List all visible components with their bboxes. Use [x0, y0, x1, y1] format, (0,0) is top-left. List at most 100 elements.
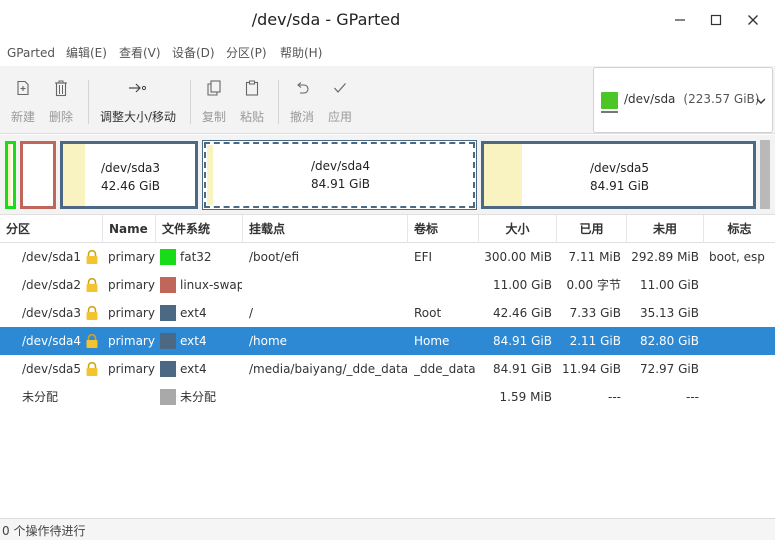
cell-size: 42.46 GiB — [492, 306, 552, 320]
menu-help[interactable]: 帮助(H) — [280, 40, 322, 66]
cell-size: 84.91 GiB — [492, 334, 552, 348]
cell-partition: /dev/sda3 — [22, 306, 82, 320]
used-fill — [484, 144, 522, 206]
cell-flags — [709, 383, 773, 411]
map-sda5-text: /dev/sda5 84.91 GiB — [590, 159, 649, 195]
map-sda5-name: /dev/sda5 — [590, 161, 650, 175]
cell-mountpoint — [249, 383, 407, 411]
cell-used: 0.00 字节 — [566, 278, 621, 292]
cell-name: primary — [108, 362, 155, 376]
map-unallocated[interactable] — [760, 140, 770, 209]
table-row[interactable]: /dev/sda3 primary ext4 / Root 42.46 GiB 7.33 G… — [0, 299, 775, 327]
cell-name: primary — [108, 250, 155, 264]
partition-table: 分区 Name 文件系统 挂载点 卷标 大小 已用 未用 标志 /dev/sda… — [0, 214, 775, 518]
new-icon — [17, 80, 29, 96]
menu-edit[interactable]: 编辑(E) — [66, 40, 107, 66]
apply-label: 应用 — [327, 110, 352, 124]
table-row[interactable]: /dev/sda5 primary ext4/media/baiyang/_dde_… — [0, 355, 775, 383]
cell-flags — [709, 327, 773, 355]
col-filesystem[interactable]: 文件系统 — [156, 215, 243, 243]
toolbar-separator — [278, 80, 279, 124]
map-part-sda3[interactable]: /dev/sda3 42.46 GiB — [60, 141, 198, 209]
delete-button[interactable]: 删除 — [44, 74, 78, 130]
col-partition[interactable]: 分区 — [0, 215, 103, 243]
lock-icon — [85, 305, 99, 321]
cell-label: EFI — [414, 250, 433, 264]
disk-icon — [601, 92, 618, 113]
new-button[interactable]: 新建 — [6, 74, 40, 130]
menu-view[interactable]: 查看(V) — [119, 40, 161, 66]
toolbar-separator — [190, 80, 191, 124]
col-unused[interactable]: 未用 — [627, 215, 704, 243]
map-sda3-text: /dev/sda3 42.46 GiB — [101, 159, 160, 195]
cell-size: 11.00 GiB — [492, 278, 552, 292]
chevron-down-icon — [756, 94, 766, 108]
trash-icon — [55, 80, 67, 96]
cell-size: 84.91 GiB — [492, 362, 552, 376]
fs-color-swatch — [160, 333, 176, 349]
col-size[interactable]: 大小 — [479, 215, 557, 243]
cell-partition: /dev/sda4 — [22, 334, 82, 348]
new-label: 新建 — [10, 110, 35, 124]
map-sda4-name: /dev/sda4 — [311, 159, 371, 173]
apply-button[interactable]: 应用 — [324, 74, 356, 130]
menu-device[interactable]: 设备(D) — [172, 40, 215, 66]
lock-icon — [85, 333, 99, 349]
fs-color-swatch — [160, 361, 176, 377]
undo-label: 撤消 — [289, 110, 314, 124]
cell-name: primary — [108, 334, 155, 348]
cell-filesystem: fat32 — [180, 250, 212, 264]
cell-mountpoint — [249, 271, 407, 299]
close-button[interactable] — [741, 8, 765, 32]
cell-mountpoint: /media/baiyang/_dde_data — [249, 362, 407, 376]
map-part-sda5[interactable]: /dev/sda5 84.91 GiB — [481, 141, 756, 209]
menu-partition[interactable]: 分区(P) — [226, 40, 267, 66]
used-fill — [207, 145, 213, 205]
cell-used: 7.33 GiB — [569, 306, 621, 320]
table-row[interactable]: /dev/sda4 primary ext4/home Home 84.91 GiB 2.… — [0, 327, 775, 355]
cell-filesystem: ext4 — [180, 334, 207, 348]
device-path: /dev/sda — [624, 92, 676, 106]
cell-partition: /dev/sda1 — [22, 250, 82, 264]
cell-size: 300.00 MiB — [484, 250, 552, 264]
col-label[interactable]: 卷标 — [408, 215, 479, 243]
cell-name: primary — [108, 306, 155, 320]
title-bar: /dev/sda - GParted — [0, 0, 775, 40]
table-header: 分区 Name 文件系统 挂载点 卷标 大小 已用 未用 标志 — [0, 215, 775, 243]
fs-color-swatch — [160, 277, 176, 293]
menu-bar: GParted 编辑(E) 查看(V) 设备(D) 分区(P) 帮助(H) — [0, 40, 775, 66]
col-used[interactable]: 已用 — [557, 215, 627, 243]
used-fill — [63, 144, 85, 206]
map-part-sda2[interactable] — [20, 141, 56, 209]
cell-partition: 未分配 — [22, 390, 59, 404]
menu-gparted[interactable]: GParted — [7, 40, 55, 66]
map-part-sda4[interactable]: /dev/sda4 84.91 GiB — [202, 140, 477, 210]
map-part-sda1[interactable] — [5, 141, 16, 209]
minimize-button[interactable] — [668, 8, 692, 32]
table-row[interactable]: /dev/sda2 primary linux-swap 11.00 GiB 0.00 … — [0, 271, 775, 299]
cell-used: 2.11 GiB — [569, 334, 621, 348]
maximize-button[interactable] — [704, 8, 728, 32]
device-selector[interactable]: /dev/sda (223.57 GiB) — [593, 67, 773, 133]
table-row[interactable]: 未分配 未分配 1.59 MiB --- --- — [0, 383, 775, 411]
table-row[interactable]: /dev/sda1 primary fat32/boot/efi EFI 300.00 … — [0, 243, 775, 271]
paste-button[interactable]: 粘贴 — [236, 74, 268, 130]
lock-icon — [85, 277, 99, 293]
copy-button[interactable]: 复制 — [198, 74, 230, 130]
col-flags[interactable]: 标志 — [704, 215, 775, 243]
col-name[interactable]: Name — [103, 215, 156, 243]
cell-filesystem: 未分配 — [180, 390, 217, 404]
cell-label — [414, 383, 476, 411]
cell-flags — [709, 299, 773, 327]
minimize-icon — [675, 19, 685, 21]
check-icon — [334, 83, 346, 93]
undo-button[interactable]: 撤消 — [286, 74, 318, 130]
resize-move-button[interactable]: 调整大小/移动 — [96, 74, 180, 130]
lock-icon — [85, 249, 99, 265]
col-mountpoint[interactable]: 挂载点 — [243, 215, 408, 243]
toolbar-separator — [88, 80, 89, 124]
map-sda4-text: /dev/sda4 84.91 GiB — [311, 157, 370, 193]
fs-color-swatch — [160, 389, 176, 405]
cell-unused: 292.89 MiB — [631, 250, 699, 264]
undo-icon — [297, 82, 309, 94]
